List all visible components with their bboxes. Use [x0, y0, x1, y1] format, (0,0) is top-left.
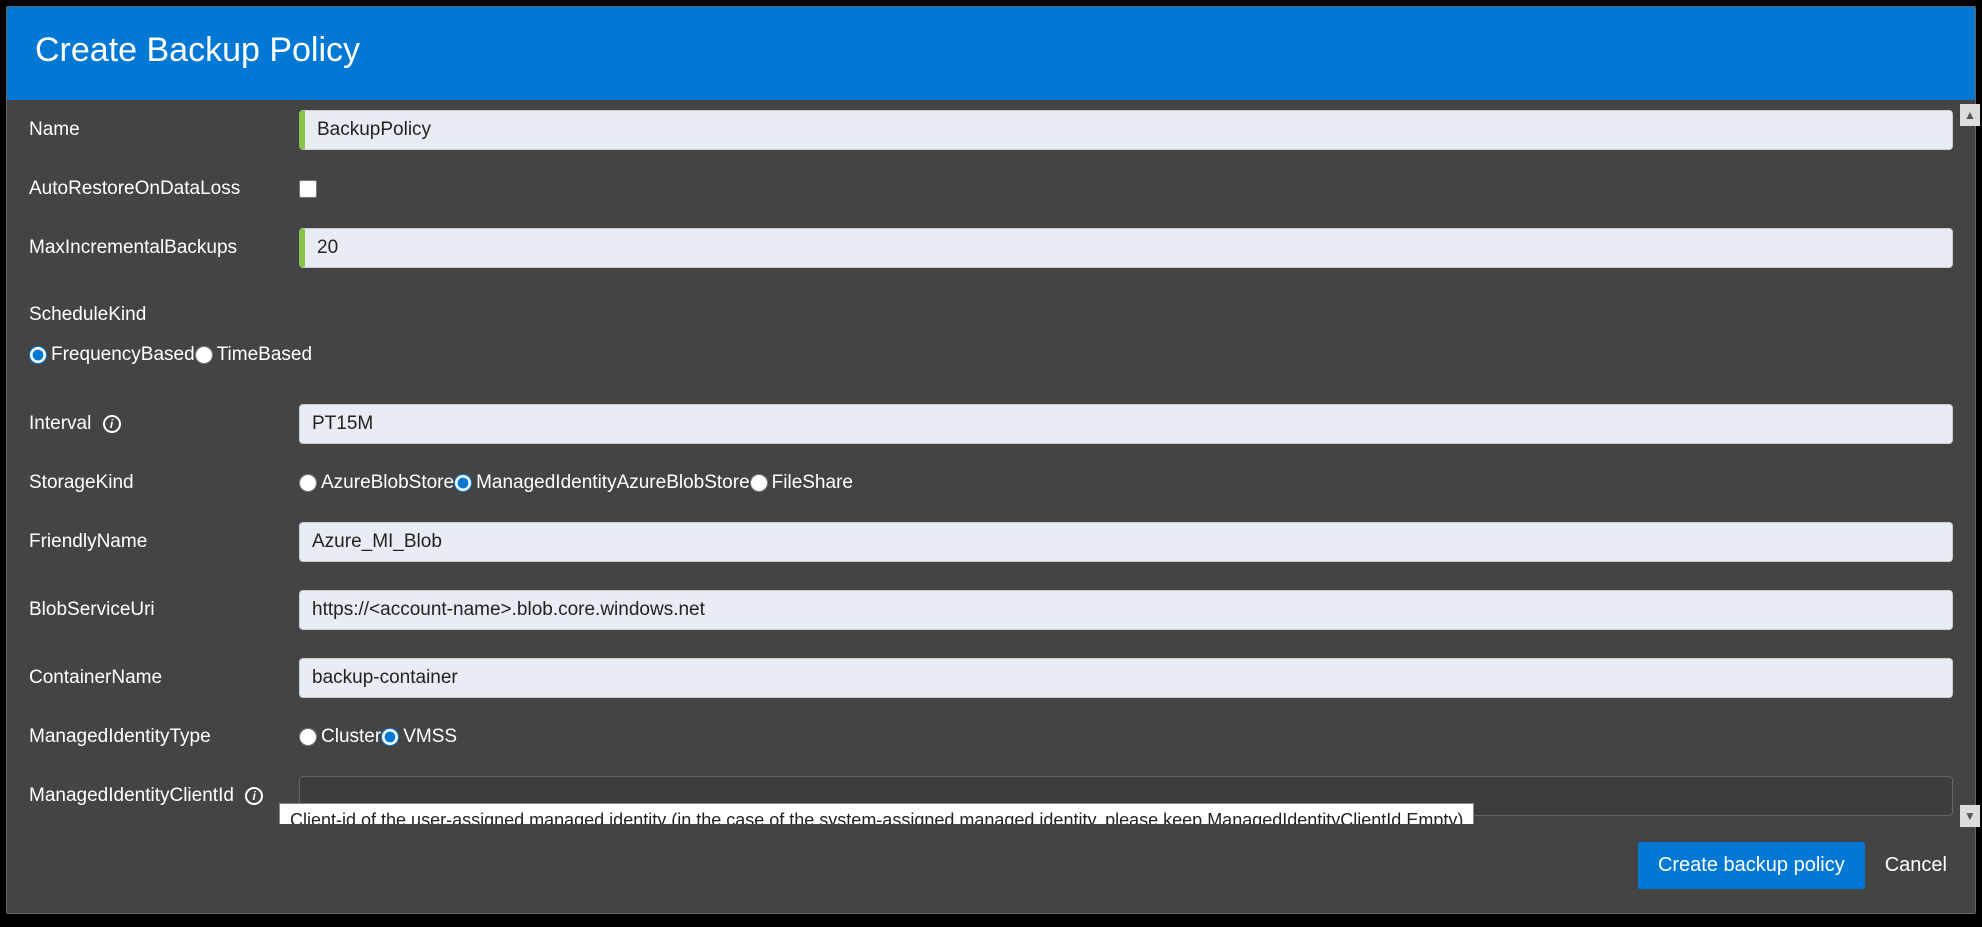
info-icon[interactable]: i — [245, 787, 263, 805]
radio-frequencybased-input[interactable] — [29, 346, 47, 364]
row-storagekind: StorageKind AzureBlobStore ManagedIdenti… — [29, 472, 1953, 494]
radio-azureblobstore-label: AzureBlobStore — [321, 472, 454, 494]
row-blobserviceuri: BlobServiceUri — [29, 590, 1953, 630]
interval-input[interactable] — [299, 404, 1953, 444]
managedidentityclientid-tooltip: Client-id of the user-assigned managed i… — [279, 803, 1474, 824]
radio-fileshare[interactable]: FileShare — [750, 472, 853, 494]
storagekind-radiogroup: AzureBlobStore ManagedIdentityAzureBlobS… — [299, 472, 853, 494]
label-managedidentityclientid: ManagedIdentityClientId i — [29, 785, 299, 807]
row-maxinc: MaxIncrementalBackups — [29, 228, 1953, 268]
radio-managedidentityazureblobstore-input[interactable] — [454, 474, 472, 492]
scroll-up-arrow[interactable]: ▲ — [1960, 104, 1980, 126]
dialog-title: Create Backup Policy — [7, 7, 1975, 100]
radio-timebased-label: TimeBased — [217, 344, 312, 366]
radio-managedidentityazureblobstore-label: ManagedIdentityAzureBlobStore — [476, 472, 750, 494]
schedulekind-radiogroup: FrequencyBased TimeBased — [29, 344, 1953, 366]
radio-fileshare-label: FileShare — [772, 472, 853, 494]
label-blobserviceuri: BlobServiceUri — [29, 599, 299, 621]
name-input[interactable] — [299, 110, 1953, 150]
radio-azureblobstore-input[interactable] — [299, 474, 317, 492]
radio-managedidentityazureblobstore[interactable]: ManagedIdentityAzureBlobStore — [454, 472, 750, 494]
row-autorestore: AutoRestoreOnDataLoss — [29, 178, 1953, 200]
row-friendlyname: FriendlyName — [29, 522, 1953, 562]
radio-cluster-label: Cluster — [321, 726, 381, 748]
radio-vmss[interactable]: VMSS — [381, 726, 457, 748]
row-containername: ContainerName — [29, 658, 1953, 698]
radio-frequencybased-label: FrequencyBased — [51, 344, 195, 366]
radio-azureblobstore[interactable]: AzureBlobStore — [299, 472, 454, 494]
radio-vmss-input[interactable] — [381, 728, 399, 746]
row-interval: Interval i — [29, 404, 1953, 444]
maxinc-input[interactable] — [299, 228, 1953, 268]
radio-timebased[interactable]: TimeBased — [195, 344, 312, 366]
label-interval: Interval i — [29, 413, 299, 435]
label-interval-text: Interval — [29, 413, 91, 434]
managedidentitytype-radiogroup: Cluster VMSS — [299, 726, 457, 748]
cancel-button[interactable]: Cancel — [1885, 854, 1947, 877]
blobserviceuri-input[interactable] — [299, 590, 1953, 630]
label-containername: ContainerName — [29, 667, 299, 689]
friendlyname-input[interactable] — [299, 522, 1953, 562]
radio-timebased-input[interactable] — [195, 346, 213, 364]
label-maxinc: MaxIncrementalBackups — [29, 237, 299, 259]
containername-input[interactable] — [299, 658, 1953, 698]
label-managedidentityclientid-text: ManagedIdentityClientId — [29, 785, 234, 806]
dialog-body: Name AutoRestoreOnDataLoss MaxIncrementa… — [7, 100, 1975, 824]
radio-cluster[interactable]: Cluster — [299, 726, 381, 748]
label-friendlyname: FriendlyName — [29, 531, 299, 553]
row-name: Name — [29, 110, 1953, 150]
create-backup-policy-dialog: Create Backup Policy Name AutoRestoreOnD… — [6, 6, 1976, 914]
label-name: Name — [29, 119, 299, 141]
info-icon[interactable]: i — [103, 415, 121, 433]
radio-cluster-input[interactable] — [299, 728, 317, 746]
row-managedidentitytype: ManagedIdentityType Cluster VMSS — [29, 726, 1953, 748]
label-storagekind: StorageKind — [29, 472, 299, 494]
autorestore-checkbox[interactable] — [299, 180, 317, 198]
label-autorestore: AutoRestoreOnDataLoss — [29, 178, 299, 200]
create-backup-policy-button[interactable]: Create backup policy — [1638, 842, 1865, 889]
radio-vmss-label: VMSS — [403, 726, 457, 748]
label-schedulekind: ScheduleKind — [29, 304, 1953, 326]
scroll-down-arrow[interactable]: ▼ — [1960, 805, 1980, 827]
dialog-footer: Create backup policy Cancel — [7, 824, 1975, 913]
radio-frequencybased[interactable]: FrequencyBased — [29, 344, 195, 366]
label-managedidentitytype: ManagedIdentityType — [29, 726, 299, 748]
radio-fileshare-input[interactable] — [750, 474, 768, 492]
